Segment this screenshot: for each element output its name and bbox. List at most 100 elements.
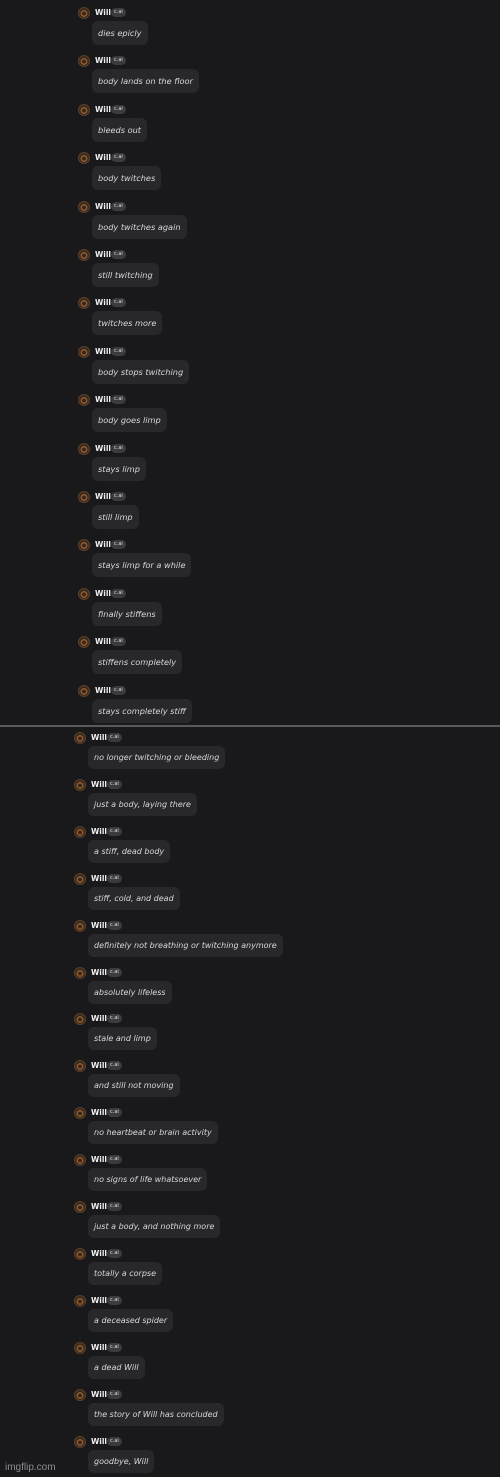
avatar[interactable] [74, 1388, 86, 1401]
ai-badge: c.ai [107, 1108, 122, 1118]
author-name[interactable]: Will [95, 539, 111, 550]
author-name[interactable]: Will [95, 394, 111, 405]
avatar[interactable] [74, 1154, 86, 1167]
author-name[interactable]: Will [95, 685, 111, 696]
avatar[interactable] [74, 778, 86, 791]
author-name[interactable]: Will [91, 1436, 107, 1447]
message-bubble: stays limp for a while [92, 553, 192, 578]
avatar[interactable] [74, 872, 86, 885]
author-name[interactable]: Will [91, 920, 107, 931]
avatar[interactable] [78, 684, 90, 697]
watermark: imgflip.com [5, 1462, 56, 1473]
author-name[interactable]: Will [91, 732, 107, 743]
message-bubble: dies epicly [92, 21, 148, 45]
ai-badge: c.ai [107, 1295, 122, 1305]
avatar[interactable] [78, 152, 90, 165]
ai-badge: c.ai [111, 346, 126, 356]
avatar[interactable] [78, 7, 90, 19]
author-name[interactable]: Will [91, 1389, 107, 1400]
ai-badge: c.ai [107, 1342, 122, 1352]
avatar[interactable] [78, 442, 90, 455]
avatar[interactable] [78, 587, 90, 600]
avatar[interactable] [78, 345, 90, 358]
ai-badge: c.ai [107, 1248, 122, 1258]
author-name[interactable]: Will [95, 297, 111, 308]
author-name[interactable]: Will [91, 1248, 107, 1259]
author-name[interactable]: Will [95, 636, 111, 647]
avatar[interactable] [78, 491, 90, 503]
ai-badge: c.ai [111, 201, 126, 211]
author-name[interactable]: Will [91, 1060, 107, 1071]
author-name[interactable]: Will [91, 967, 107, 978]
ai-badge: c.ai [111, 492, 126, 501]
ai-badge: c.ai [111, 588, 126, 598]
author-name[interactable]: Will [95, 588, 111, 599]
message-bubble: stale and limp [88, 1027, 157, 1051]
author-name[interactable]: Will [95, 55, 111, 66]
message-bubble: twitches more [92, 311, 163, 336]
author-name[interactable]: Will [91, 1342, 107, 1353]
ai-badge: c.ai [111, 104, 126, 114]
message-bubble: body goes limp [92, 408, 167, 433]
message-bubble: a dead Will [88, 1355, 145, 1379]
author-name[interactable]: Will [91, 1201, 107, 1212]
ai-badge: c.ai [107, 1202, 122, 1211]
avatar[interactable] [78, 103, 90, 116]
ai-badge: c.ai [111, 685, 126, 695]
message-bubble: no heartbeat or brain activity [88, 1121, 218, 1145]
message-bubble: just a body, laying there [88, 792, 197, 816]
author-name[interactable]: Will [95, 7, 111, 18]
author-name[interactable]: Will [95, 346, 111, 357]
message-bubble: the story of Will has concluded [88, 1402, 224, 1426]
author-name[interactable]: Will [91, 1295, 107, 1306]
author-name[interactable]: Will [95, 104, 111, 115]
message-bubble: bleeds out [92, 117, 148, 142]
message-bubble: stays completely stiff [92, 698, 192, 723]
author-name[interactable]: Will [91, 873, 107, 884]
avatar[interactable] [74, 919, 86, 932]
chat-panel-top: Will c.ai dies epicly Will c.ai body lands on… [0, 0, 500, 725]
ai-badge: c.ai [107, 779, 122, 789]
avatar[interactable] [74, 966, 86, 979]
avatar[interactable] [78, 394, 90, 407]
message-bubble: body stops twitching [92, 359, 190, 384]
avatar[interactable] [74, 732, 86, 744]
ai-badge: c.ai [111, 637, 126, 647]
chat-panel-bottom: Will c.ai no longer twitching or bleeding W… [0, 727, 500, 1477]
avatar[interactable] [78, 297, 90, 310]
avatar[interactable] [74, 1341, 86, 1354]
avatar[interactable] [78, 636, 90, 649]
ai-badge: c.ai [107, 1155, 122, 1165]
avatar[interactable] [74, 1107, 86, 1120]
avatar[interactable] [74, 1201, 86, 1213]
author-name[interactable]: Will [91, 779, 107, 790]
author-name[interactable]: Will [91, 826, 107, 837]
message-bubble: still limp [92, 505, 139, 529]
author-name[interactable]: Will [91, 1154, 107, 1165]
author-name[interactable]: Will [95, 443, 111, 454]
avatar[interactable] [78, 539, 90, 552]
avatar[interactable] [74, 1247, 86, 1260]
author-name[interactable]: Will [95, 201, 111, 212]
message-bubble: definitely not breathing or twitching an… [88, 933, 283, 957]
ai-badge: c.ai [107, 826, 122, 836]
author-name[interactable]: Will [95, 249, 111, 260]
avatar[interactable] [78, 249, 90, 261]
author-name[interactable]: Will [91, 1107, 107, 1118]
avatar[interactable] [74, 1435, 86, 1448]
message-bubble: no signs of life whatsoever [88, 1168, 208, 1192]
author-name[interactable]: Will [95, 491, 111, 502]
ai-badge: c.ai [107, 1436, 122, 1446]
ai-badge: c.ai [107, 1389, 122, 1399]
author-name[interactable]: Will [91, 1013, 107, 1024]
avatar[interactable] [74, 1013, 86, 1026]
avatar[interactable] [74, 825, 86, 838]
message-bubble: body twitches again [92, 214, 187, 239]
ai-badge: c.ai [111, 540, 126, 550]
ai-badge: c.ai [107, 1014, 122, 1024]
avatar[interactable] [78, 200, 90, 213]
avatar[interactable] [78, 55, 90, 68]
avatar[interactable] [74, 1294, 86, 1307]
avatar[interactable] [74, 1060, 86, 1073]
author-name[interactable]: Will [95, 152, 111, 163]
